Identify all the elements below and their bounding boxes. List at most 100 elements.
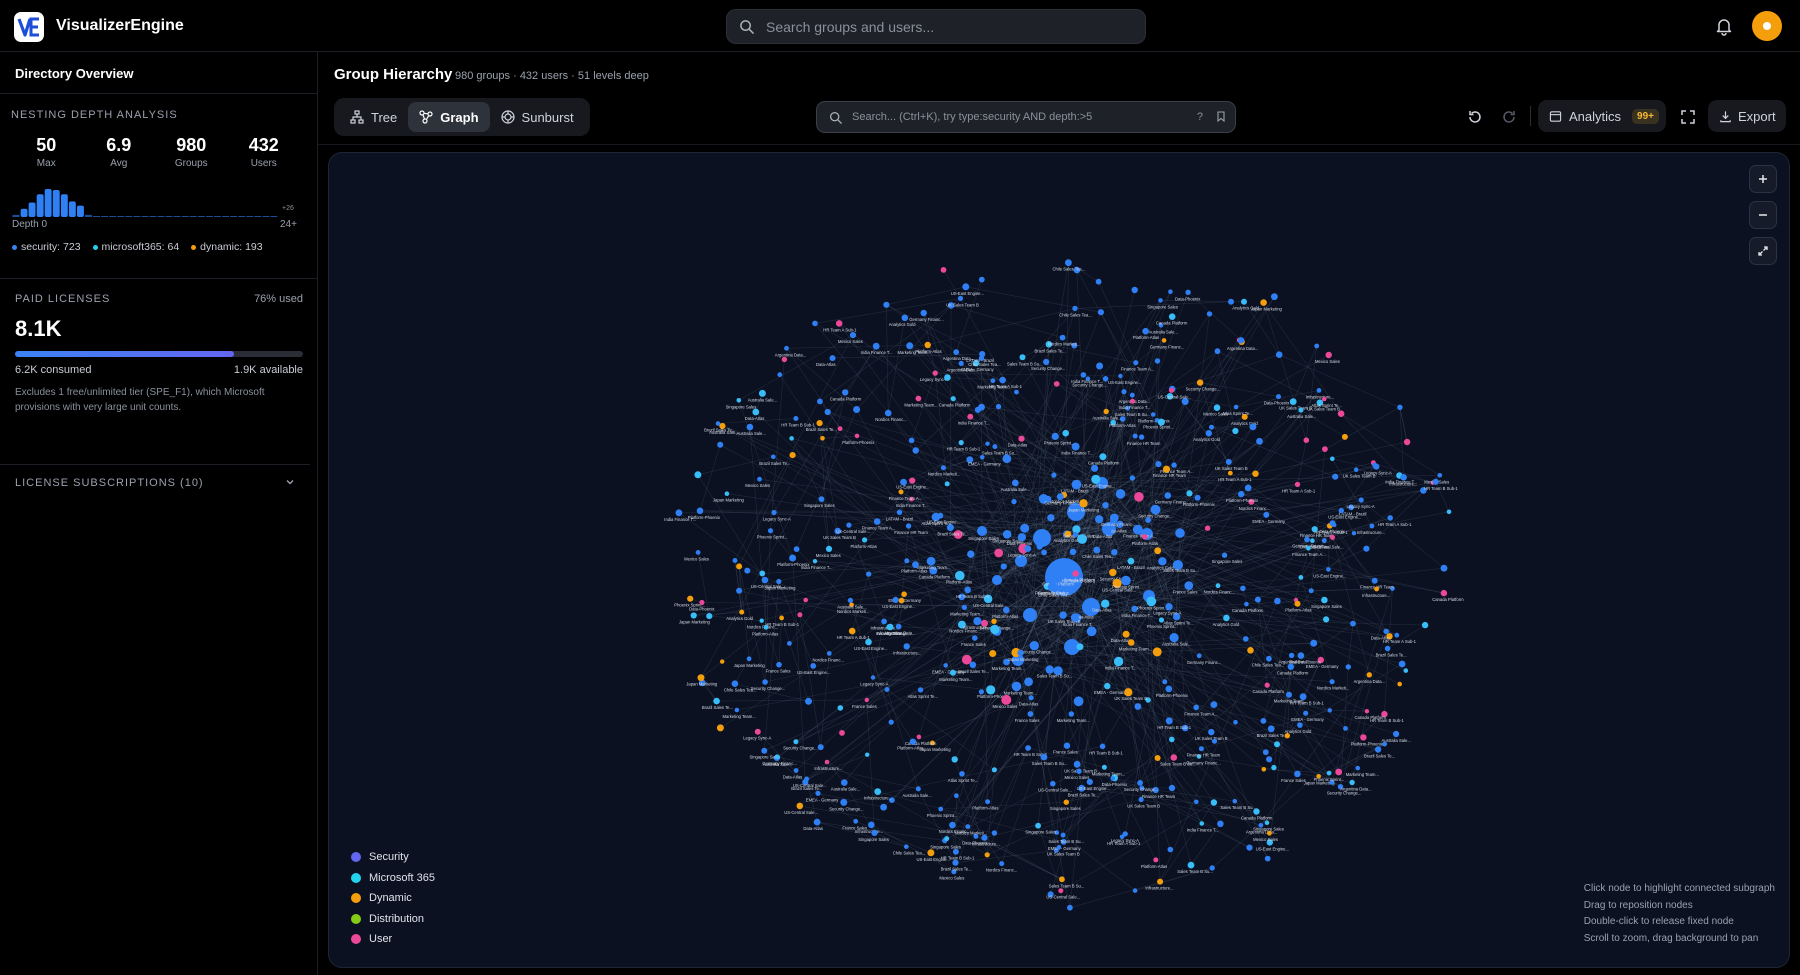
graph-node[interactable] [1196,653,1202,659]
graph-canvas[interactable]: HR Team B Sub-1 Canada Platform HR Team B … [328,152,1790,968]
analytics-button[interactable]: Analytics 99+ [1538,100,1666,132]
graph-node[interactable] [924,341,931,349]
graph-node[interactable] [1154,755,1161,761]
graph-node[interactable] [898,597,905,604]
graph-node[interactable] [853,818,859,824]
graph-node[interactable] [940,267,947,273]
graph-node[interactable] [1353,467,1359,473]
graph-node[interactable] [978,689,985,695]
graph-node[interactable] [1014,389,1019,395]
graph-node[interactable] [1063,742,1071,749]
graph-node[interactable] [734,707,740,713]
graph-node[interactable] [1132,888,1138,893]
graph-node[interactable] [761,747,768,754]
graph-node[interactable] [1209,424,1214,430]
graph-node[interactable] [1050,573,1059,582]
graph-node[interactable] [1027,711,1034,717]
graph-node[interactable] [1223,614,1230,622]
zoom-out-button[interactable] [1749,201,1777,229]
graph-node[interactable] [1050,780,1056,787]
graph-node[interactable] [1003,606,1010,614]
graph-node[interactable] [1158,617,1165,623]
graph-node[interactable] [1060,832,1066,838]
graph-node[interactable] [1274,741,1280,748]
depth-histogram[interactable] [12,182,294,217]
graph-node[interactable] [1440,564,1448,572]
graph-node[interactable] [932,370,938,376]
graph-node[interactable] [779,615,784,621]
graph-node[interactable] [1017,649,1024,657]
graph-node[interactable] [1158,557,1167,566]
graph-node[interactable] [846,522,852,528]
graph-node[interactable] [1232,798,1238,804]
graph-node[interactable] [771,509,777,516]
graph-node[interactable] [1067,904,1073,911]
graph-node[interactable] [1240,585,1246,592]
graph-node[interactable] [1134,492,1144,502]
graph-node[interactable] [865,752,870,757]
graph-node[interactable] [739,609,745,615]
graph-node[interactable] [1025,745,1031,751]
graph-node[interactable] [1294,481,1301,488]
graph-node[interactable] [1109,568,1117,577]
histogram-bar[interactable] [109,216,117,217]
graph-node[interactable] [1321,538,1327,544]
graph-node[interactable] [1286,691,1292,698]
graph-node[interactable] [796,802,804,810]
graph-node[interactable] [1062,429,1069,437]
graph-node[interactable] [1187,861,1195,869]
search-help-button[interactable]: ? [1197,111,1203,123]
graph-node[interactable] [1387,515,1393,521]
graph-node[interactable] [797,612,803,618]
graph-node[interactable] [817,744,824,751]
histogram-bar[interactable] [222,216,229,217]
graph-node[interactable] [754,728,761,735]
histogram-bar[interactable] [181,216,189,217]
graph-node[interactable] [1349,779,1355,786]
graph-node[interactable] [1264,820,1270,825]
graph-node[interactable] [1028,695,1034,701]
graph-node[interactable] [757,476,762,482]
graph-node[interactable] [1097,309,1104,316]
graph-node[interactable] [1421,621,1429,629]
graph-node[interactable] [812,559,818,564]
graph-node[interactable] [1276,394,1281,400]
graph-node[interactable] [805,697,812,705]
graph-node[interactable] [1033,529,1051,547]
graph-node[interactable] [946,523,955,532]
graph-node[interactable] [1168,784,1176,792]
graph-node[interactable] [978,403,985,411]
graph-node[interactable] [881,618,887,625]
graph-node[interactable] [824,408,831,416]
graph-node[interactable] [853,406,861,413]
graph-node[interactable] [1298,407,1304,413]
graph-node[interactable] [1115,489,1126,499]
graph-node[interactable] [1072,305,1078,312]
graph-node[interactable] [1072,531,1079,538]
graph-node[interactable] [950,669,956,676]
graph-node[interactable] [763,624,769,630]
graph-node[interactable] [1024,545,1032,552]
graph-node[interactable] [1266,756,1273,763]
graph-node[interactable] [1102,502,1109,509]
graph-node[interactable] [1047,514,1055,522]
graph-node[interactable] [1045,665,1054,674]
graph-node[interactable] [746,656,752,662]
graph-node[interactable] [985,799,991,805]
graph-node[interactable] [978,276,985,283]
graph-node[interactable] [1366,672,1373,678]
graph-node[interactable] [1204,525,1211,531]
graph-node[interactable] [1101,764,1107,770]
graph-node[interactable] [1206,311,1213,317]
graph-node[interactable] [992,444,998,450]
graph-node[interactable] [752,408,760,416]
graph-node[interactable] [953,349,960,355]
graph-node[interactable] [1221,552,1228,558]
graph-node[interactable] [985,441,990,446]
histogram-bar[interactable] [189,216,197,217]
graph-node[interactable] [1127,557,1135,565]
graph-node[interactable] [1343,726,1348,731]
graph-node[interactable] [989,650,997,657]
histogram-bar[interactable] [173,216,181,217]
graph-node[interactable] [1246,844,1253,851]
